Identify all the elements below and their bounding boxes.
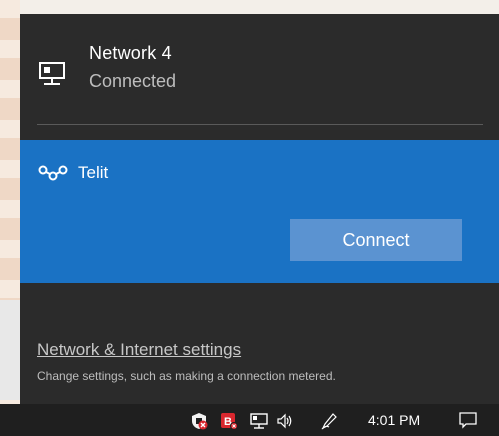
wired-network-icon <box>39 62 65 85</box>
cellular-network-icon <box>38 165 68 181</box>
volume-icon[interactable] <box>276 412 294 430</box>
taskbar: B 4:01 PM <box>0 404 499 436</box>
network-name: Network 4 <box>89 43 172 63</box>
action-center-icon[interactable] <box>458 411 478 429</box>
b-app-icon[interactable]: B <box>220 412 238 430</box>
background-window-lower <box>0 300 20 400</box>
security-shield-icon[interactable] <box>190 412 208 430</box>
settings-description: Change settings, such as making a connec… <box>37 369 336 383</box>
divider <box>37 124 483 125</box>
network-flyout: Network 4 Connected Telit Connect Networ… <box>20 14 499 404</box>
taskbar-clock[interactable]: 4:01 PM <box>368 412 420 428</box>
network-name: Telit <box>78 163 109 182</box>
connect-button[interactable]: Connect <box>290 219 462 261</box>
network-item-network-4[interactable]: Network 4 Connected <box>20 40 499 110</box>
network-item-telit[interactable]: Telit Connect <box>20 140 499 283</box>
network-status: Connected <box>89 71 177 91</box>
pen-icon[interactable] <box>320 412 338 430</box>
network-internet-settings-link[interactable]: Network & Internet settings <box>37 340 241 360</box>
network-icon[interactable] <box>250 412 268 430</box>
